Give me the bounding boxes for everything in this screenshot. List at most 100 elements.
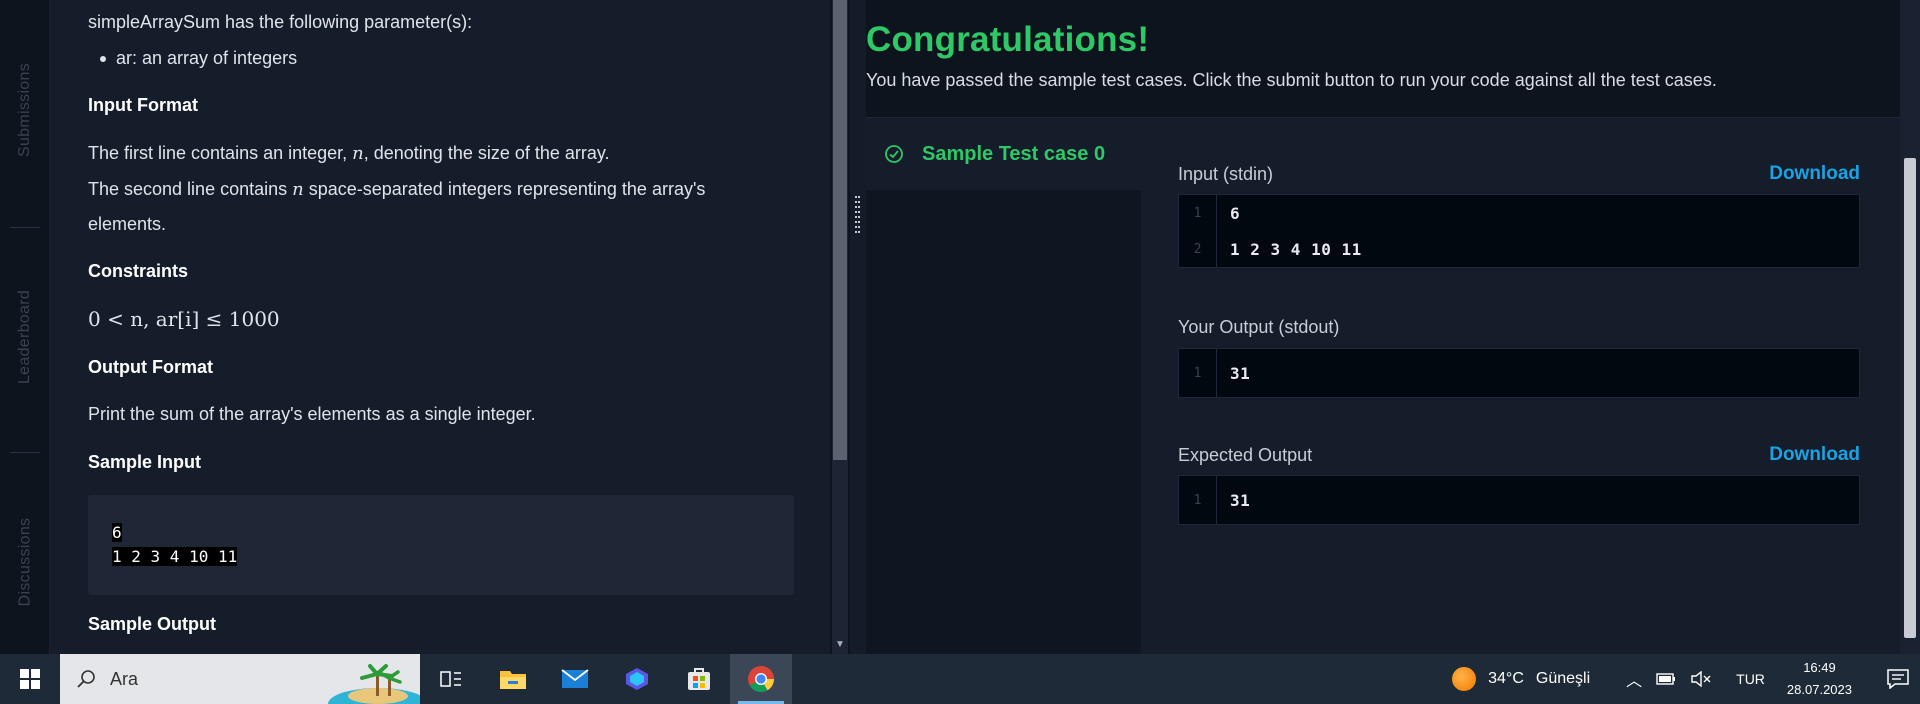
notification-button[interactable] — [1876, 669, 1920, 689]
copilot-icon — [626, 668, 648, 690]
chrome-icon — [748, 666, 775, 693]
copilot-button[interactable] — [606, 654, 668, 704]
constraint-formula: 0 < n, ar[i] ≤ 1000 — [88, 307, 280, 331]
weather-description: Güneşli — [1535, 670, 1591, 687]
line-value: 31 — [1230, 490, 1251, 510]
text-fragment: space-separated integers representing th… — [303, 179, 706, 199]
line-value: 6 — [1230, 203, 1241, 223]
file-explorer-button[interactable] — [482, 654, 544, 704]
tab-submissions[interactable]: Submissions — [0, 0, 50, 220]
tab-discussions[interactable]: Discussions — [0, 452, 50, 672]
sunny-weather-icon — [1452, 667, 1477, 691]
io-line: 1 31 — [1179, 349, 1859, 397]
expected-output-box: 1 31 — [1178, 475, 1860, 525]
drag-handle-icon[interactable] — [855, 196, 861, 236]
input-header: Input (stdin) Download — [1178, 163, 1860, 185]
line-value: 1 2 3 4 10 11 — [1230, 239, 1362, 259]
your-output-header: Your Output (stdout) — [1178, 317, 1860, 338]
code-line: 1 2 3 4 10 11 — [112, 545, 770, 569]
line-number: 1 — [1179, 349, 1217, 397]
test-case-label: Sample Test case 0 — [922, 142, 1106, 165]
scroll-down-arrow-icon[interactable]: ▼ — [833, 638, 847, 652]
parameter-intro: simpleArraySum has the following paramet… — [88, 12, 473, 32]
mail-icon — [561, 669, 589, 688]
panel-resize-divider[interactable] — [850, 0, 866, 654]
your-output-box: 1 31 — [1178, 348, 1860, 398]
search-placeholder: Ara — [110, 668, 139, 689]
chrome-button[interactable] — [730, 654, 792, 704]
code-text: 1 2 3 4 10 11 — [112, 547, 238, 566]
sample-output-heading: Sample Output — [88, 614, 217, 634]
scrollbar-thumb[interactable] — [833, 0, 847, 460]
task-view-button[interactable] — [420, 654, 482, 704]
problem-statement-panel: simpleArraySum has the following paramet… — [50, 0, 830, 654]
clock-time: 16:49 — [1803, 660, 1836, 675]
math-variable: n — [292, 179, 304, 200]
tab-leaderboard[interactable]: Leaderboard — [0, 227, 50, 447]
expected-output-label: Expected Output — [1178, 444, 1313, 465]
speaker-muted-icon[interactable] — [1690, 671, 1712, 687]
input-format-line1: The first line contains an integer, n, d… — [88, 143, 610, 164]
tab-leaderboard-label: Leaderboard — [16, 289, 34, 385]
notification-icon — [1887, 669, 1909, 689]
math-variable: n — [352, 143, 364, 164]
code-line: 6 — [112, 521, 770, 545]
mail-button[interactable] — [544, 654, 606, 704]
expected-output-header: Expected Output Download — [1178, 444, 1860, 466]
folder-icon — [500, 671, 526, 689]
chevron-up-icon[interactable]: ︿ — [1626, 667, 1642, 691]
io-line: 16 — [1179, 195, 1859, 231]
battery-icon[interactable] — [1656, 672, 1676, 686]
text-fragment: The second line contains — [88, 179, 293, 199]
sample-input-code: 6 1 2 3 4 10 11 — [88, 495, 794, 595]
tray-icons: ︿ — [1626, 667, 1712, 691]
taskbar-search[interactable]: Ara — [60, 654, 420, 704]
text-fragment: The first line contains an integer, — [88, 143, 353, 163]
store-button[interactable] — [668, 654, 730, 704]
problem-scrollbar[interactable]: ▼ — [830, 0, 850, 654]
search-icon — [77, 670, 95, 688]
scrollbar-thumb[interactable] — [1904, 158, 1916, 638]
windows-logo-icon — [20, 669, 40, 689]
input-format-line3: elements. — [88, 214, 167, 234]
test-case-area: Sample Test case 0 Input (stdin) Downloa… — [866, 117, 1900, 655]
congratulations-title: Congratulations! — [866, 20, 1150, 59]
passed-message: You have passed the sample test cases. C… — [866, 70, 1717, 90]
weather-temperature: 34°C — [1488, 670, 1524, 687]
constraints-heading: Constraints — [88, 261, 189, 281]
start-button[interactable] — [0, 654, 60, 704]
clock[interactable]: 16:49 28.07.2023 — [1787, 657, 1852, 701]
your-output-label: Your Output (stdout) — [1178, 317, 1340, 337]
io-line: 2 1 2 3 4 10 11 — [1179, 231, 1859, 267]
io-line: 1 31 — [1179, 476, 1859, 524]
expected-download-link[interactable]: Download — [1769, 444, 1860, 466]
text-fragment: , denoting the size of the array. — [363, 143, 610, 163]
output-format-text: Print the sum of the array's elements as… — [88, 404, 536, 424]
language-indicator[interactable]: TUR — [1736, 671, 1765, 687]
test-case-list: Sample Test case 0 — [866, 118, 1141, 655]
results-scrollbar[interactable] — [1900, 0, 1920, 654]
input-download-link[interactable]: Download — [1769, 163, 1860, 185]
input-format-heading: Input Format — [88, 95, 198, 115]
parameter-bullet-text: ar: an array of integers — [116, 48, 298, 68]
task-view-icon — [440, 671, 461, 687]
taskbar: Ara 34°C Güneşli ︿ TUR 16:49 28.07.2023 — [0, 654, 1920, 704]
island-illustration-icon — [328, 664, 420, 704]
system-tray: 34°C Güneşli ︿ TUR 16:49 28.07.2023 — [1452, 654, 1920, 704]
results-panel: Congratulations! You have passed the sam… — [866, 0, 1900, 655]
sample-input-heading: Sample Input — [88, 452, 202, 472]
line-number: 1 — [1179, 195, 1217, 231]
check-circle-icon — [885, 145, 903, 163]
input-format-line2: The second line contains n space-separat… — [88, 179, 705, 200]
test-case-item[interactable]: Sample Test case 0 — [866, 118, 1141, 190]
code-text: 6 — [112, 523, 122, 542]
line-number: 1 — [1179, 476, 1217, 524]
weather-widget[interactable]: 34°C Güneşli — [1452, 667, 1590, 691]
line-number: 2 — [1179, 231, 1217, 267]
line-value: 31 — [1230, 363, 1251, 383]
output-format-heading: Output Format — [88, 357, 213, 377]
clock-date: 28.07.2023 — [1786, 682, 1852, 697]
parameter-bullet: ar: an array of integers — [100, 48, 297, 69]
input-label: Input (stdin) — [1178, 163, 1274, 184]
side-tab-rail: Submissions Leaderboard Discussions — [0, 0, 50, 654]
